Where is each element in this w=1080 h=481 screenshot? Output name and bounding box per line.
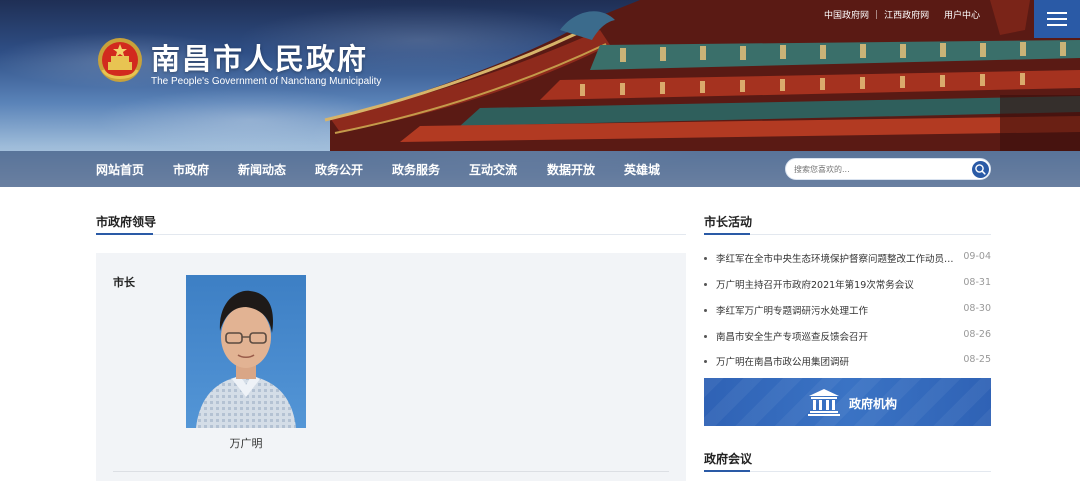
leader-role: 市长 <box>113 276 135 289</box>
nav-item-hero-city[interactable]: 英雄城 <box>624 161 660 178</box>
nav-item-home[interactable]: 网站首页 <box>96 161 144 178</box>
search-icon[interactable] <box>972 161 989 178</box>
government-building-icon <box>808 389 840 416</box>
activities-heading: 市长活动 <box>704 215 753 229</box>
site-title: 南昌市人民政府 <box>151 42 369 76</box>
leader-name[interactable]: 万广明 <box>186 435 306 451</box>
news-date: 08-31 <box>963 277 991 288</box>
leader-photo[interactable] <box>186 275 306 428</box>
news-date: 08-30 <box>963 303 991 314</box>
site-subtitle: The People's Government of Nanchang Muni… <box>151 76 382 87</box>
bullet-dot <box>704 360 707 363</box>
list-item[interactable]: 李红军在全市中央生态环境保护督察问题整改工作动员部... 09-04 <box>704 251 991 267</box>
heading-accent-bar <box>704 233 750 235</box>
nav-item-city-government[interactable]: 市政府 <box>173 161 210 189</box>
news-title[interactable]: 李红军在全市中央生态环境保护督察问题整改工作动员部... <box>716 251 956 265</box>
news-date: 09-04 <box>963 251 991 262</box>
leader-divider <box>113 471 669 472</box>
leader-panel <box>96 253 686 481</box>
magnifier-icon <box>975 164 986 175</box>
bullet-dot <box>704 309 707 312</box>
news-title[interactable]: 南昌市安全生产专项巡查反馈会召开 <box>716 329 956 343</box>
search-box <box>785 158 991 180</box>
meetings-section-header: 政府会议 <box>704 448 991 472</box>
bullet-dot <box>704 335 707 338</box>
list-item[interactable]: 李红军万广明专题调研污水处理工作 08-30 <box>704 303 991 319</box>
link-jiangxi-gov[interactable]: 江西政府网 <box>884 8 929 21</box>
top-link-separator: | <box>875 9 879 20</box>
heading-accent-bar <box>704 470 750 472</box>
bullet-dot <box>704 257 707 260</box>
portrait-image <box>196 290 296 428</box>
search-input[interactable] <box>794 162 964 177</box>
news-title[interactable]: 李红军万广明专题调研污水处理工作 <box>716 303 956 317</box>
national-emblem-icon <box>98 38 142 82</box>
menu-line <box>1047 18 1067 20</box>
banner-pattern <box>704 378 991 426</box>
nav-item-gov-affairs-public[interactable]: 政务公开 <box>315 161 363 178</box>
top-link-spacer <box>935 10 938 20</box>
activities-section-header: 市长活动 <box>704 211 991 235</box>
link-user-center[interactable]: 用户中心 <box>944 8 980 21</box>
meetings-heading: 政府会议 <box>704 452 753 466</box>
news-title[interactable]: 万广明在南昌市政公用集团调研 <box>716 354 956 368</box>
hamburger-menu-icon[interactable] <box>1034 0 1080 38</box>
org-banner-label: 政府机构 <box>849 397 898 411</box>
menu-line <box>1047 24 1067 26</box>
news-title[interactable]: 万广明主持召开市政府2021年第19次常务会议 <box>716 277 956 291</box>
leaders-heading: 市政府领导 <box>96 215 157 229</box>
news-date: 08-25 <box>963 354 991 365</box>
government-organizations-banner[interactable]: 政府机构 <box>704 378 991 426</box>
heading-accent-bar <box>96 233 153 235</box>
list-item[interactable]: 万广明在南昌市政公用集团调研 08-25 <box>704 354 991 370</box>
nav-item-gov-services[interactable]: 政务服务 <box>392 161 440 178</box>
nav-item-open-data[interactable]: 数据开放 <box>547 161 595 178</box>
news-date: 08-26 <box>963 329 991 340</box>
nav-item-news[interactable]: 新闻动态 <box>238 161 286 178</box>
bullet-dot <box>704 283 707 286</box>
leaders-section-header: 市政府领导 <box>96 211 686 235</box>
nav-item-interaction[interactable]: 互动交流 <box>469 161 517 178</box>
list-item[interactable]: 万广明主持召开市政府2021年第19次常务会议 08-31 <box>704 277 991 293</box>
list-item[interactable]: 南昌市安全生产专项巡查反馈会召开 08-26 <box>704 329 991 345</box>
top-links: 中国政府网 | 江西政府网 用户中心 <box>824 8 980 22</box>
menu-line <box>1047 12 1067 14</box>
link-china-gov[interactable]: 中国政府网 <box>824 8 869 21</box>
